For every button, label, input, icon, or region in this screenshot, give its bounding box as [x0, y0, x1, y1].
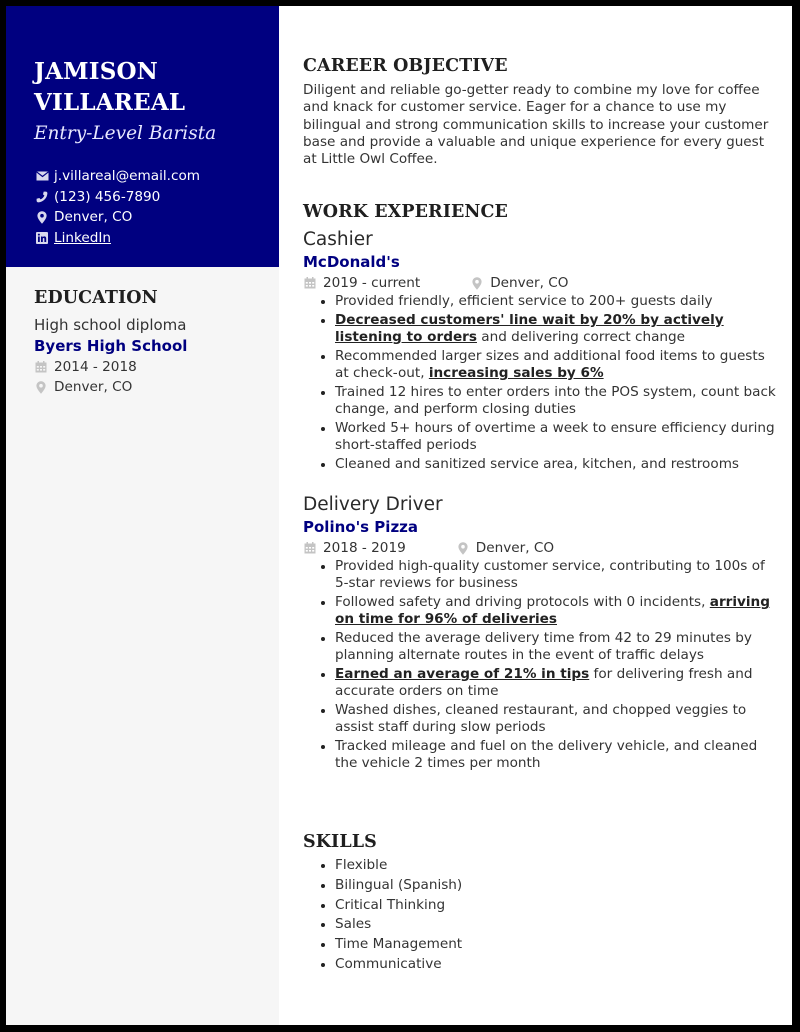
bullet-text: Provided high-quality customer service, …	[335, 558, 765, 591]
location-pin-icon	[470, 276, 484, 290]
bullet-item: Earned an average of 21% in tips for del…	[321, 666, 778, 700]
location-pin-icon	[456, 541, 470, 555]
job-dates: 2018 - 2019	[303, 540, 406, 556]
bullet-item: Worked 5+ hours of overtime a week to en…	[321, 420, 778, 454]
job-entry: Cashier McDonald's 2019 - current Denver,…	[303, 228, 778, 473]
job-meta: 2018 - 2019 Denver, CO	[303, 538, 778, 558]
skills-heading: SKILLS	[303, 832, 377, 852]
bullet-item: Recommended larger sizes and additional …	[321, 348, 778, 382]
linkedin-link[interactable]: LinkedIn	[54, 230, 111, 246]
job-list: Cashier McDonald's 2019 - current Denver,…	[303, 228, 778, 772]
skill-item: Communicative	[321, 956, 773, 973]
location-pin-icon	[35, 210, 49, 224]
contact-phone: (123) 456-7890	[35, 187, 200, 208]
bullet-text: Tracked mileage and fuel on the delivery…	[335, 738, 758, 771]
location-pin-icon	[34, 380, 48, 394]
skills-section: SKILLS Flexible Bilingual (Spanish) Critic…	[303, 830, 773, 976]
bullet-highlight: Earned an average of 21% in tips	[335, 666, 590, 682]
contact-linkedin: LinkedIn	[35, 228, 200, 249]
job-title-headline: Entry-Level Barista	[34, 123, 217, 144]
skills-list: Flexible Bilingual (Spanish) Critical Thin…	[303, 857, 773, 973]
school-name: Byers High School	[34, 337, 188, 355]
bullet-item: Cleaned and sanitized service area, kitc…	[321, 456, 778, 473]
bullet-text: Followed safety and driving protocols wi…	[335, 594, 710, 610]
sidebar-header: JAMISON VILLAREAL Entry-Level Barista j.…	[6, 6, 279, 267]
degree: High school diploma	[34, 316, 187, 334]
calendar-icon	[303, 277, 317, 289]
job-location: Denver, CO	[456, 540, 554, 556]
name-last: VILLAREAL	[34, 89, 186, 116]
bullet-text: Provided friendly, efficient service to …	[335, 293, 713, 309]
bullet-text: Washed dishes, cleaned restaurant, and c…	[335, 702, 747, 735]
skill-item: Sales	[321, 916, 773, 933]
education-dates-text: 2014 - 2018	[54, 359, 137, 375]
job-location-text: Denver, CO	[490, 275, 569, 291]
career-objective-text: Diligent and reliable go-getter ready to…	[303, 82, 769, 168]
job-title: Delivery Driver	[303, 494, 443, 515]
education-location: Denver, CO	[34, 377, 264, 397]
job-title: Cashier	[303, 229, 373, 250]
envelope-icon	[35, 169, 49, 183]
job-dates-text: 2018 - 2019	[323, 540, 406, 556]
linkedin-icon	[35, 231, 49, 245]
education-heading: EDUCATION	[34, 288, 158, 308]
job-dates: 2019 - current	[303, 275, 420, 291]
career-objective-section: CAREER OBJECTIVE Diligent and reliable g…	[303, 54, 773, 168]
name-first: JAMISON	[34, 58, 159, 85]
skill-item: Critical Thinking	[321, 897, 773, 914]
company-name: Polino's Pizza	[303, 518, 419, 536]
bullet-text: Trained 12 hires to enter orders into th…	[335, 384, 776, 417]
sidebar: JAMISON VILLAREAL Entry-Level Barista j.…	[6, 6, 279, 1025]
skill-item: Flexible	[321, 857, 773, 874]
bullet-item: Decreased customers' line wait by 20% by…	[321, 312, 778, 346]
bullet-text: Worked 5+ hours of overtime a week to en…	[335, 420, 775, 453]
work-experience-section: WORK EXPERIENCE Cashier McDonald's 2019 -…	[303, 200, 778, 792]
contact-location: Denver, CO	[35, 207, 200, 228]
bullet-text: Cleaned and sanitized service area, kitc…	[335, 456, 740, 472]
education-location-text: Denver, CO	[54, 379, 133, 395]
job-meta: 2019 - current Denver, CO	[303, 273, 778, 293]
job-dates-text: 2019 - current	[323, 275, 421, 291]
bullet-highlight: increasing sales by 6%	[428, 365, 604, 381]
calendar-icon	[303, 542, 317, 554]
education-dates: 2014 - 2018	[34, 357, 264, 377]
email-text[interactable]: j.villareal@email.com	[54, 168, 200, 184]
job-location-text: Denver, CO	[475, 540, 555, 556]
bullet-text: and delivering correct change	[476, 329, 686, 345]
contact-list: j.villareal@email.com (123) 456-7890 Den…	[35, 166, 200, 248]
contact-email: j.villareal@email.com	[35, 166, 200, 187]
education-section: EDUCATION High school diploma Byers High…	[34, 286, 264, 397]
bullet-item: Washed dishes, cleaned restaurant, and c…	[321, 702, 778, 736]
bullet-item: Followed safety and driving protocols wi…	[321, 594, 778, 628]
job-bullets: Provided high-quality customer service, …	[303, 558, 778, 772]
job-bullets: Provided friendly, efficient service to …	[303, 293, 778, 473]
calendar-icon	[34, 361, 48, 373]
job-location: Denver, CO	[470, 275, 568, 291]
job-entry: Delivery Driver Polino's Pizza 2018 - 201…	[303, 493, 778, 772]
phone-text[interactable]: (123) 456-7890	[54, 189, 160, 205]
bullet-item: Reduced the average delivery time from 4…	[321, 630, 778, 664]
work-experience-heading: WORK EXPERIENCE	[303, 202, 508, 222]
candidate-name: JAMISON VILLAREAL	[34, 56, 264, 118]
skill-item: Bilingual (Spanish)	[321, 877, 773, 894]
career-objective-heading: CAREER OBJECTIVE	[303, 56, 508, 76]
resume-page: JAMISON VILLAREAL Entry-Level Barista j.…	[6, 6, 792, 1025]
bullet-item: Provided high-quality customer service, …	[321, 558, 778, 592]
phone-icon	[35, 190, 49, 204]
bullet-item: Provided friendly, efficient service to …	[321, 293, 778, 310]
bullet-item: Tracked mileage and fuel on the delivery…	[321, 738, 778, 772]
skill-item: Time Management	[321, 936, 773, 953]
company-name: McDonald's	[303, 253, 400, 271]
bullet-text: Reduced the average delivery time from 4…	[335, 630, 752, 663]
location-text: Denver, CO	[54, 209, 133, 226]
bullet-item: Trained 12 hires to enter orders into th…	[321, 384, 778, 418]
